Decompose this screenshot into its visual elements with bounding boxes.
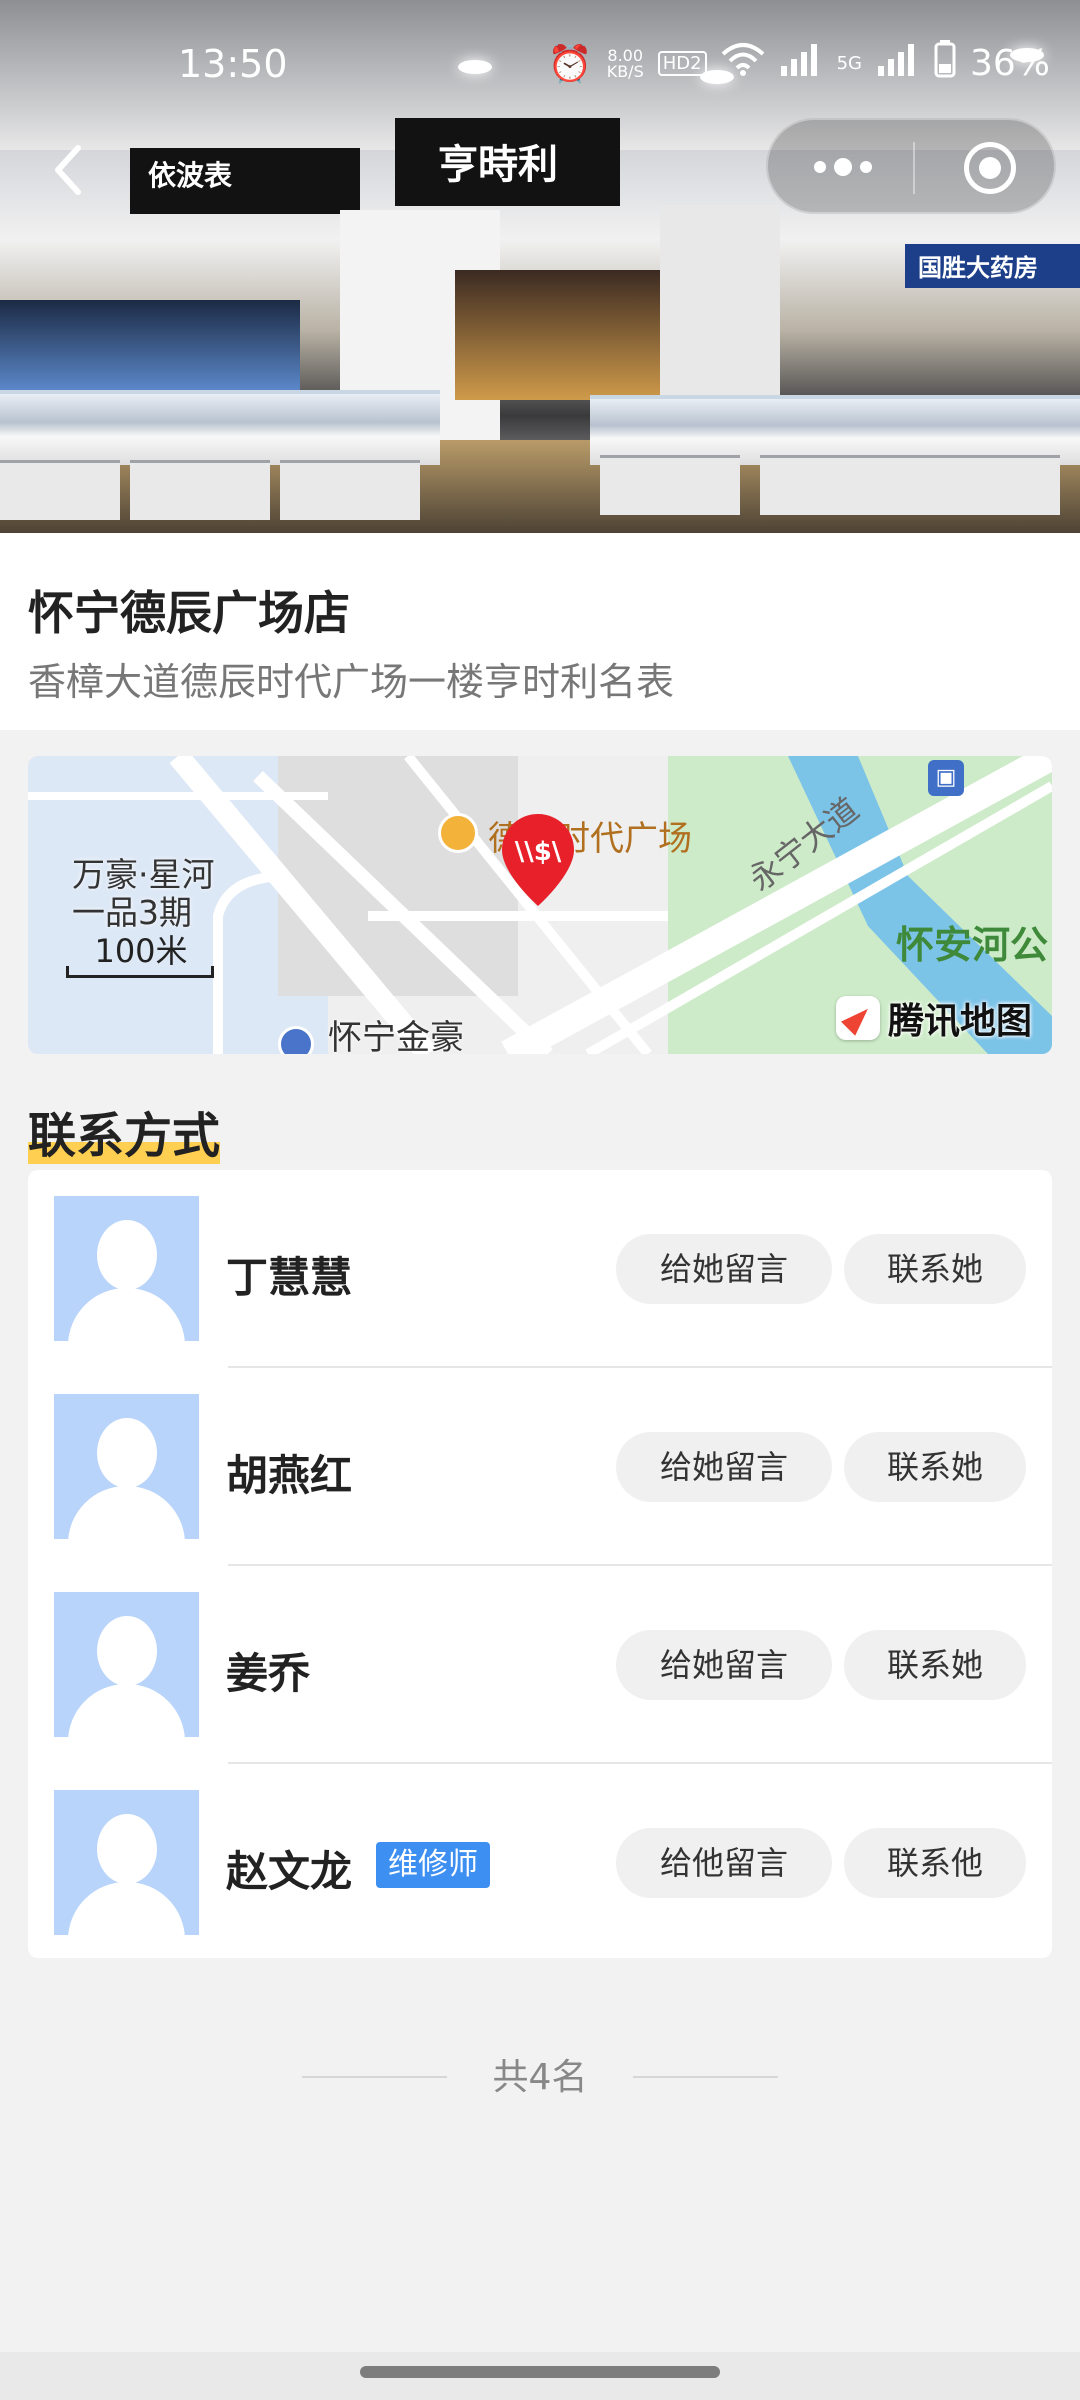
signal-icon bbox=[779, 42, 823, 85]
alarm-icon: ⏰ bbox=[547, 43, 593, 85]
total-count-text: 共4名 bbox=[492, 2057, 588, 2098]
counter-base bbox=[130, 460, 270, 520]
sign-left-text: 依波表 bbox=[148, 159, 233, 192]
leave-message-button[interactable]: 给她留言 bbox=[616, 1630, 832, 1700]
counter-base bbox=[0, 460, 120, 520]
map-provider-label: 腾讯地图 bbox=[887, 1001, 1032, 1042]
avatar-body bbox=[68, 1882, 185, 1935]
counter-base bbox=[600, 455, 740, 515]
counter-base bbox=[900, 455, 1060, 515]
glass-counter bbox=[0, 390, 440, 465]
map-poi-icon bbox=[278, 1026, 314, 1054]
contacts-list: 丁慧慧 给她留言 联系她 胡燕红 给她留言 联系她 姜乔 给她留言 联系她 赵文… bbox=[28, 1170, 1052, 1958]
contact-row: 胡燕红 给她留言 联系她 bbox=[28, 1368, 1052, 1566]
contact-row: 姜乔 给她留言 联系她 bbox=[28, 1566, 1052, 1764]
miniprogram-capsule bbox=[766, 118, 1056, 214]
contact-name: 胡燕红 bbox=[226, 1451, 353, 1500]
store-address: 香樟大道德辰时代广场一楼亨时利名表 bbox=[28, 660, 675, 704]
back-button[interactable] bbox=[44, 140, 94, 200]
capsule-divider bbox=[913, 142, 915, 194]
contacts-title: 联系方式 bbox=[28, 1096, 221, 1166]
more-dot-icon bbox=[834, 158, 852, 176]
contact-name: 赵文龙 bbox=[226, 1847, 353, 1896]
map-area-label: 万豪·星河 一品3期 bbox=[72, 855, 215, 932]
more-dot-icon bbox=[860, 161, 872, 173]
store-name: 怀宁德辰广场店 bbox=[28, 586, 350, 640]
wifi-icon bbox=[721, 42, 765, 85]
avatar-body bbox=[68, 1288, 185, 1341]
avatar-head bbox=[97, 1616, 157, 1686]
screen-wall bbox=[0, 300, 300, 390]
status-time: 13:50 bbox=[178, 42, 288, 86]
technician-badge: 维修师 bbox=[376, 1842, 490, 1888]
avatar-head bbox=[97, 1220, 157, 1290]
avatar bbox=[54, 1592, 199, 1737]
leave-message-button[interactable]: 给她留言 bbox=[616, 1432, 832, 1502]
contact-row: 赵文龙 维修师 给他留言 联系他 bbox=[28, 1764, 1052, 1962]
hd-icon: HD2 bbox=[657, 51, 707, 76]
pillar bbox=[660, 205, 780, 405]
location-pin-icon: \\$\ bbox=[502, 814, 574, 906]
map-bottom-label: 怀宁金豪 bbox=[328, 1018, 464, 1054]
avatar bbox=[54, 1790, 199, 1935]
map-provider: 腾讯地图 bbox=[835, 992, 1032, 1044]
contact-button[interactable]: 联系他 bbox=[844, 1828, 1026, 1898]
compass-icon bbox=[835, 996, 880, 1040]
avatar-body bbox=[68, 1684, 185, 1737]
total-divider-right bbox=[633, 2076, 778, 2078]
counter-base bbox=[280, 460, 420, 520]
contacts-title-text: 联系方式 bbox=[28, 1108, 221, 1164]
total-count: 共4名 bbox=[0, 2048, 1080, 2102]
avatar-head bbox=[97, 1814, 157, 1884]
avatar-body bbox=[68, 1486, 185, 1539]
avatar bbox=[54, 1394, 199, 1539]
store-map[interactable]: ▣ 德辰时代广场 \\$\ 万豪·星河 一品3期 100米 永宁大道 怀安河公 … bbox=[28, 756, 1052, 1054]
bus-stop-icon: ▣ bbox=[928, 760, 964, 796]
map-scale-bar bbox=[66, 966, 214, 978]
svg-text:\\$\: \\$\ bbox=[515, 837, 562, 867]
contact-row: 丁慧慧 给她留言 联系她 bbox=[28, 1170, 1052, 1368]
signal-5g-label: 5G bbox=[836, 52, 862, 74]
avatar-head bbox=[97, 1418, 157, 1488]
contact-button[interactable]: 联系她 bbox=[844, 1630, 1026, 1700]
contact-name: 丁慧慧 bbox=[226, 1253, 353, 1302]
more-button[interactable] bbox=[814, 158, 872, 176]
leave-message-button[interactable]: 给她留言 bbox=[616, 1234, 832, 1304]
leave-message-button[interactable]: 给他留言 bbox=[616, 1828, 832, 1898]
store-info-card: 怀宁德辰广场店 香樟大道德辰时代广场一楼亨时利名表 bbox=[0, 533, 1080, 730]
battery-icon bbox=[934, 40, 956, 87]
net-speed-unit: KB/S bbox=[606, 61, 644, 81]
battery-percent: 36% bbox=[969, 43, 1050, 84]
display-shelf bbox=[455, 270, 665, 400]
sign-right-text: 国胜大药房 bbox=[918, 254, 1038, 282]
home-indicator[interactable] bbox=[360, 2366, 720, 2378]
counter-base bbox=[760, 455, 900, 515]
poi-icon bbox=[438, 813, 478, 853]
status-icons: ⏰ 8.00 KB/S HD2 5G 36% bbox=[548, 40, 1050, 87]
status-bar: 13:50 ⏰ 8.00 KB/S HD2 5G 36% bbox=[0, 0, 1080, 120]
map-park-label: 怀安河公 bbox=[896, 923, 1049, 967]
contact-name: 姜乔 bbox=[226, 1649, 311, 1698]
contact-button[interactable]: 联系她 bbox=[844, 1234, 1026, 1304]
avatar bbox=[54, 1196, 199, 1341]
more-dot-icon bbox=[814, 161, 826, 173]
chevron-left-icon bbox=[55, 145, 81, 195]
net-speed: 8.00 KB/S bbox=[606, 47, 644, 81]
contact-button[interactable]: 联系她 bbox=[844, 1432, 1026, 1502]
sign-center-text: 亨時利 bbox=[438, 141, 558, 188]
signal-icon-2 bbox=[876, 42, 920, 85]
close-target-icon[interactable] bbox=[964, 142, 1016, 194]
